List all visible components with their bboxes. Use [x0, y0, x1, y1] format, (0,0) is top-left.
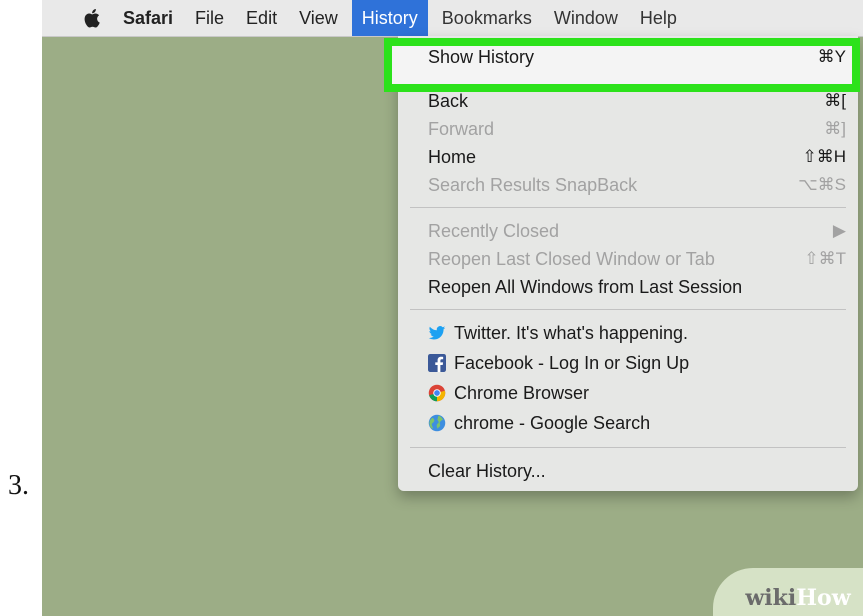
history-item-label: chrome - Google Search	[454, 412, 651, 433]
reopen-all-label: Reopen All Windows from Last Session	[428, 276, 743, 297]
menu-file[interactable]: File	[195, 8, 224, 29]
history-item-label: Twitter. It's what's happening.	[454, 322, 688, 343]
watermark-wiki: wiki	[745, 585, 797, 611]
menu-bar: Safari File Edit View History Bookmarks …	[42, 0, 863, 37]
history-item-facebook[interactable]: Facebook - Log In or Sign Up	[428, 348, 846, 378]
menu-item-home[interactable]: Home ⇧⌘H	[428, 142, 846, 172]
menu-divider	[410, 309, 846, 310]
forward-label: Forward	[428, 118, 495, 139]
reopen-last-shortcut: ⇧⌘T	[804, 249, 846, 268]
menu-item-recently-closed: Recently Closed ▶	[428, 216, 846, 246]
menu-view[interactable]: View	[299, 8, 338, 29]
snapback-label: Search Results SnapBack	[428, 174, 638, 195]
back-label: Back	[428, 90, 469, 111]
clear-history-label: Clear History...	[428, 460, 546, 481]
menu-history[interactable]: History	[351, 0, 428, 36]
history-item-label: Chrome Browser	[454, 382, 590, 403]
menu-item-show-history[interactable]: Show History ⌘Y	[428, 42, 846, 72]
twitter-icon	[428, 326, 446, 340]
home-shortcut: ⇧⌘H	[802, 147, 846, 166]
menu-edit[interactable]: Edit	[246, 8, 277, 29]
submenu-arrow-icon: ▶	[832, 221, 846, 240]
wikihow-watermark: wiki How	[713, 568, 863, 616]
history-item-twitter[interactable]: Twitter. It's what's happening.	[428, 318, 846, 348]
chrome-icon	[428, 384, 446, 402]
facebook-icon	[428, 354, 446, 372]
apple-icon[interactable]	[83, 7, 103, 29]
forward-shortcut: ⌘]	[824, 119, 846, 138]
menu-item-search-results-snapback: Search Results SnapBack ⌥⌘S	[428, 170, 846, 200]
menu-divider	[410, 447, 846, 448]
show-history-shortcut: ⌘Y	[817, 47, 846, 66]
reopen-last-label: Reopen Last Closed Window or Tab	[428, 248, 715, 269]
snapback-shortcut: ⌥⌘S	[798, 175, 846, 194]
watermark-how: How	[796, 585, 851, 611]
step-number: 3.	[8, 470, 29, 501]
history-item-chrome-browser[interactable]: Chrome Browser	[428, 378, 846, 408]
menu-item-clear-history[interactable]: Clear History...	[428, 456, 846, 486]
menu-help[interactable]: Help	[640, 8, 677, 29]
recently-closed-label: Recently Closed	[428, 220, 560, 241]
menu-window[interactable]: Window	[554, 8, 618, 29]
desktop-screen: Safari File Edit View History Bookmarks …	[42, 0, 863, 616]
menu-item-forward: Forward ⌘]	[428, 114, 846, 144]
menu-item-reopen-last-closed: Reopen Last Closed Window or Tab ⇧⌘T	[428, 244, 846, 274]
menu-item-reopen-all-windows[interactable]: Reopen All Windows from Last Session	[428, 272, 846, 302]
show-history-label: Show History	[428, 46, 535, 67]
menu-safari[interactable]: Safari	[123, 8, 173, 29]
globe-icon	[428, 414, 446, 432]
history-item-label: Facebook - Log In or Sign Up	[454, 352, 690, 373]
menu-bookmarks[interactable]: Bookmarks	[442, 8, 532, 29]
history-item-google-search[interactable]: chrome - Google Search	[428, 408, 846, 438]
home-label: Home	[428, 146, 477, 167]
menu-item-back[interactable]: Back ⌘[	[428, 86, 846, 116]
back-shortcut: ⌘[	[824, 91, 846, 110]
menu-divider	[410, 207, 846, 208]
history-dropdown-menu: Show History ⌘Y Back ⌘[ Forward ⌘] Home …	[384, 36, 860, 491]
